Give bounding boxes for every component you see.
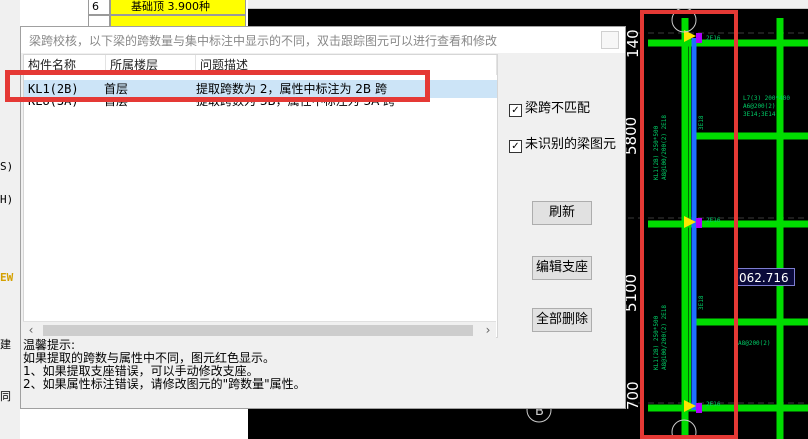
- svg-text:3E14;3E14: 3E14;3E14: [743, 111, 776, 118]
- tips-panel: 温馨提示: 如果提取的跨数与属性中不同，图元红色显示。 1、如果提取支座错误，可…: [23, 339, 306, 391]
- left-strip-text: EW: [0, 271, 14, 284]
- cad-toolbar: [248, 0, 808, 9]
- left-strip-text: S): [0, 160, 14, 173]
- svg-text:A6@200(2): A6@200(2): [743, 103, 776, 110]
- delete-all-button[interactable]: 全部删除: [532, 308, 592, 332]
- svg-text:L7(3) 200*400: L7(3) 200*400: [743, 95, 790, 102]
- check-icon: ✓: [509, 140, 522, 153]
- red-highlight-selected-row: [5, 70, 430, 102]
- left-strip-text: H): [0, 193, 14, 206]
- dialog-title: 梁跨校核，以下梁的跨数量与集中标注中显示的不同，双击跟踪图元可以进行查看和修改: [29, 34, 498, 48]
- red-highlight-beam-area: [640, 10, 738, 439]
- left-strip-text: 建: [0, 338, 11, 351]
- scroll-thumb[interactable]: [43, 325, 473, 336]
- close-button[interactable]: [601, 31, 619, 49]
- checkbox-label: 未识别的梁图元: [525, 137, 617, 152]
- checkbox-span-mismatch[interactable]: ✓ 梁跨不匹配: [509, 97, 590, 117]
- edit-support-button[interactable]: 编辑支座: [532, 256, 592, 280]
- check-icon: ✓: [509, 104, 522, 117]
- floor-row-value-text: 3.900种: [167, 0, 211, 13]
- dialog-titlebar[interactable]: 梁跨校核，以下梁的跨数量与集中标注中显示的不同，双击跟踪图元可以进行查看和修改: [21, 27, 625, 53]
- coordinate-input[interactable]: 062.716: [735, 268, 795, 286]
- scroll-right-icon[interactable]: ›: [480, 322, 496, 339]
- scroll-left-icon[interactable]: ‹: [23, 322, 39, 339]
- refresh-button[interactable]: 刷新: [532, 201, 592, 225]
- tips-line: 2、如果属性标注错误，请修改图元的"跨数量"属性。: [23, 377, 306, 391]
- left-strip-text: 同: [0, 390, 11, 403]
- checkbox-label: 梁跨不匹配: [525, 101, 591, 116]
- svg-text:A8@200(2): A8@200(2): [738, 340, 771, 347]
- floor-row-number: 6: [88, 0, 110, 15]
- floor-row-name-text: 基础顶: [131, 0, 164, 13]
- left-panel-strip: S) H) EW 建 同: [0, 0, 20, 439]
- checkbox-unrecognized-beam[interactable]: ✓ 未识别的梁图元: [509, 133, 616, 153]
- horizontal-scrollbar[interactable]: ‹ ›: [23, 321, 496, 339]
- floor-row-name[interactable]: 基础顶 3.900种: [110, 0, 246, 15]
